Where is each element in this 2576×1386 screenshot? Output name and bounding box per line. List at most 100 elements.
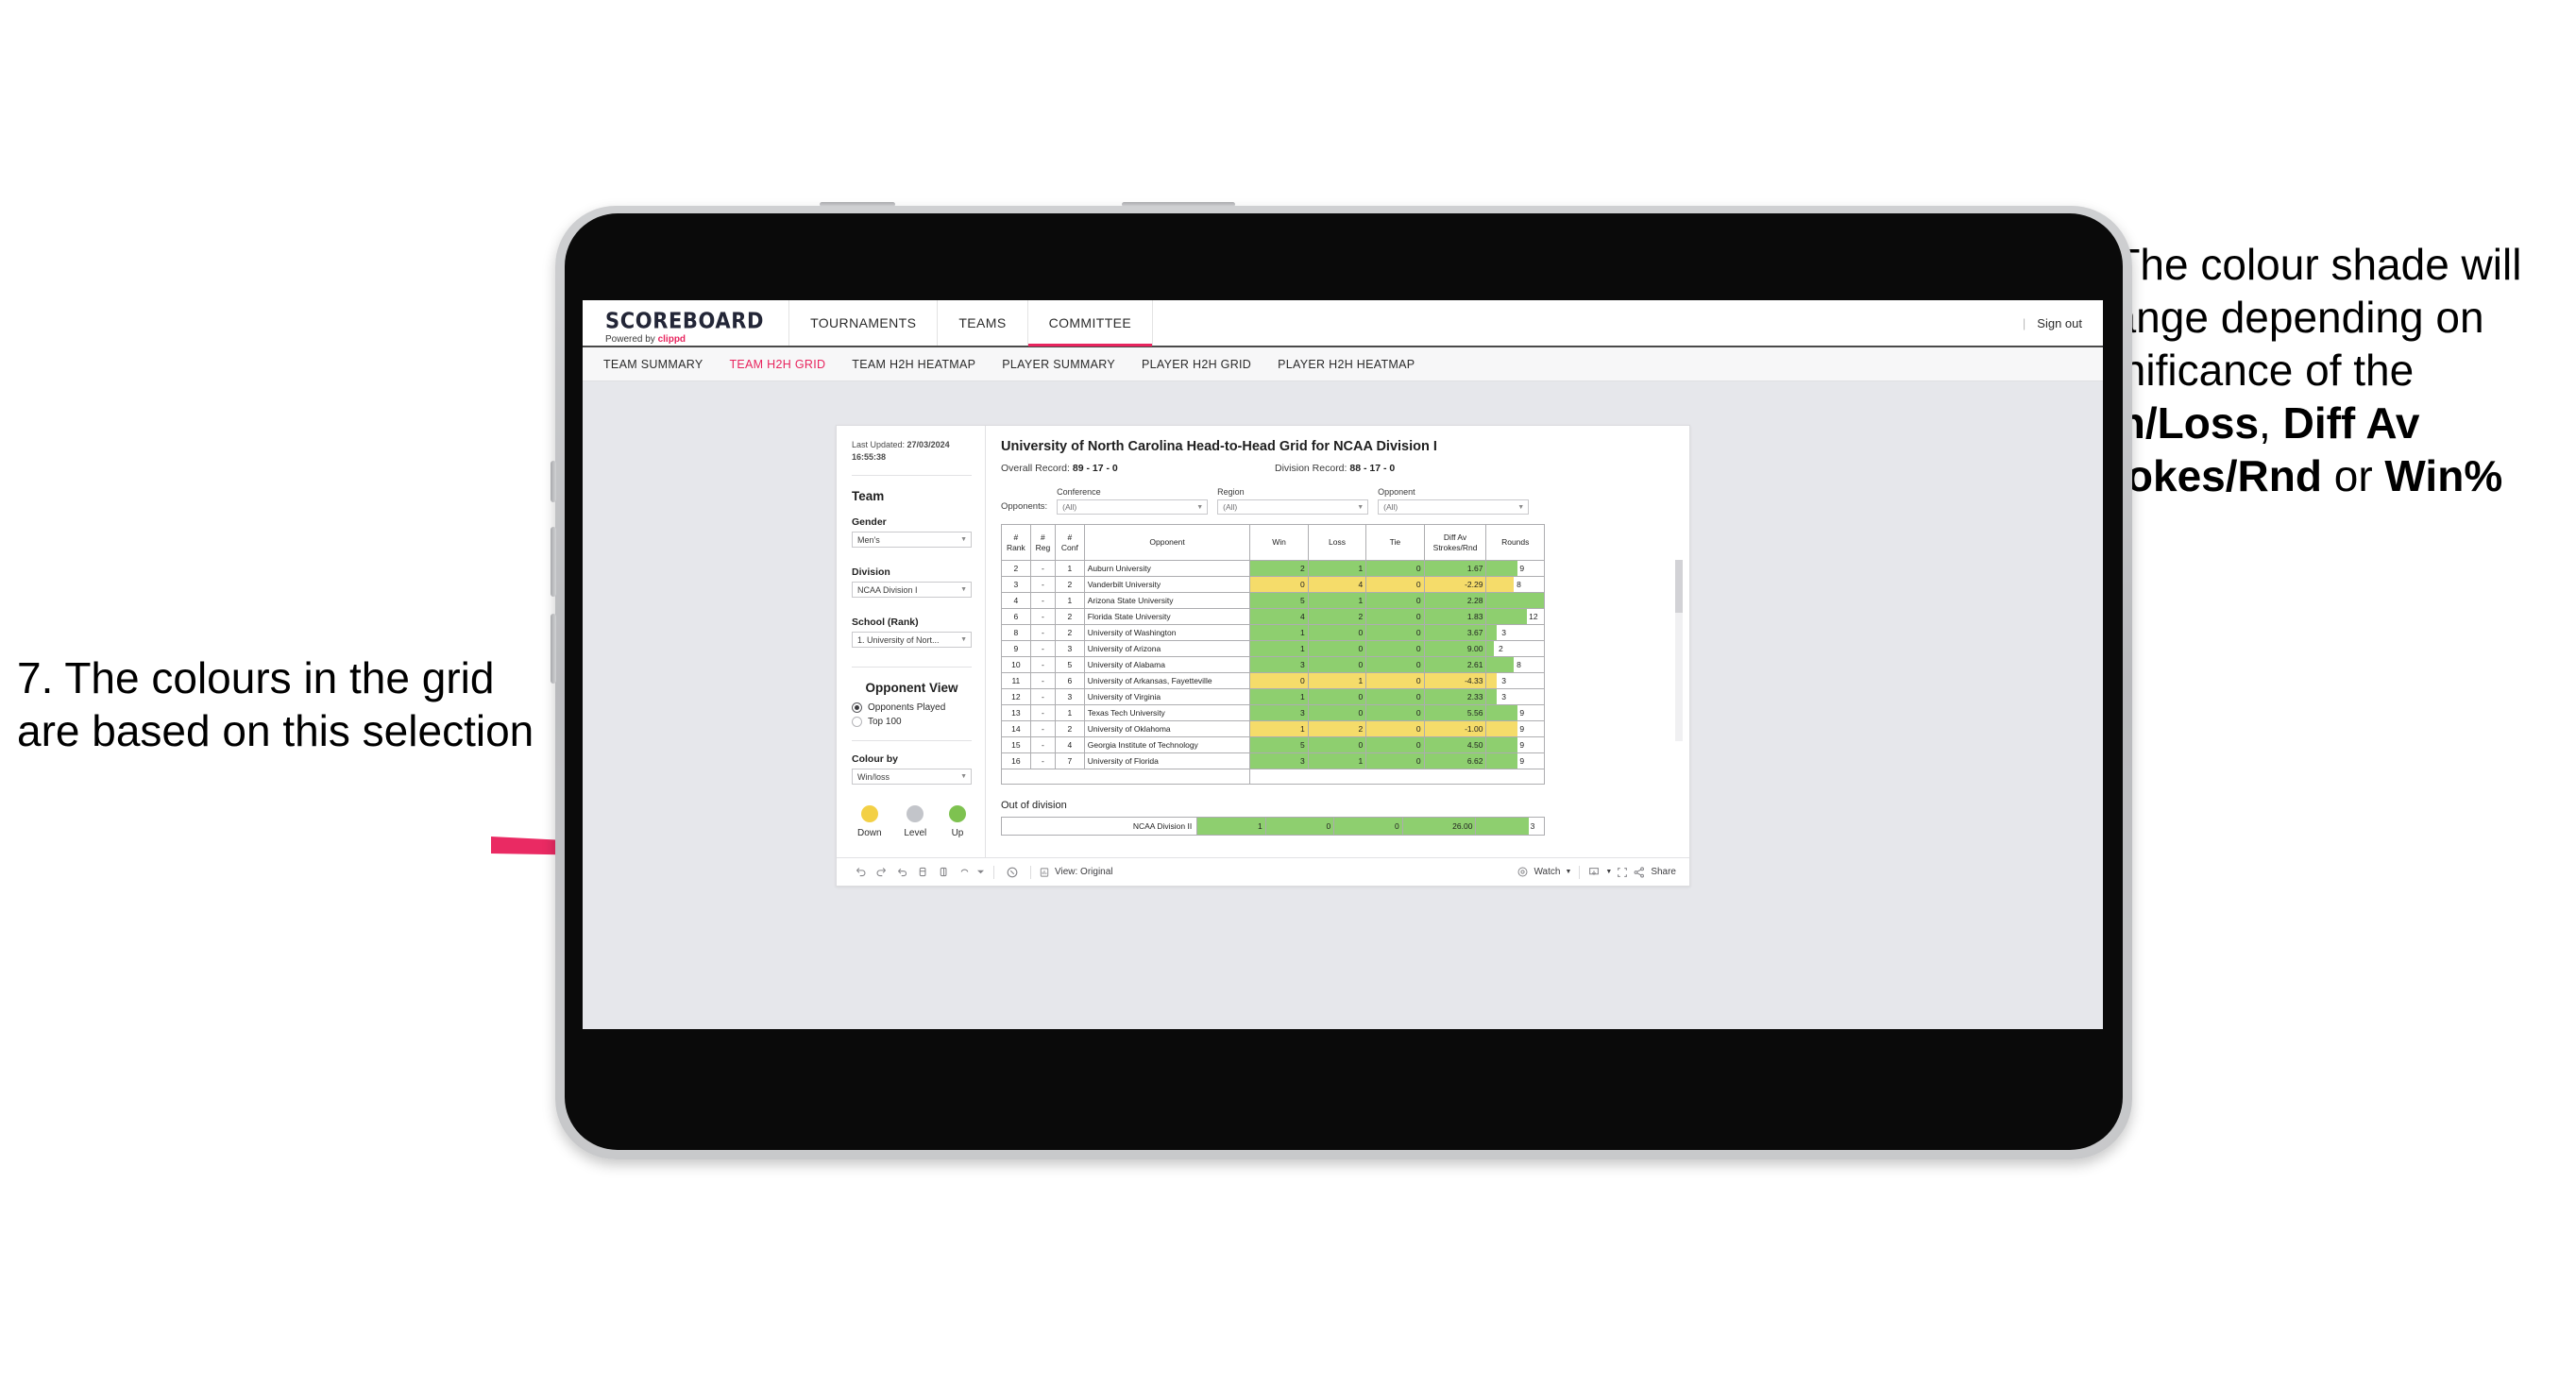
cell-win: 0 — [1249, 672, 1309, 689]
cell-win: 0 — [1249, 576, 1309, 593]
colour-legend: Down Level Up — [852, 790, 972, 838]
table-row[interactable]: 8-2 University of Washington 1 0 0 3.67 3 — [1001, 624, 1545, 641]
column-header-loss[interactable]: Loss — [1307, 524, 1367, 561]
cell-loss: 2 — [1307, 608, 1367, 625]
school-rank-select[interactable]: 1. University of Nort... ▼ — [852, 632, 972, 649]
sign-out-link[interactable]: Sign out — [2037, 316, 2082, 330]
column-header-opponent[interactable]: Opponent — [1083, 524, 1251, 561]
grid-vertical-scrollbar[interactable] — [1675, 560, 1683, 741]
radio-opponents-played[interactable]: Opponents Played — [852, 702, 972, 714]
table-row[interactable]: 3-2 Vanderbilt University 0 4 0 -2.29 8 — [1001, 576, 1545, 593]
cell-diff: 5.56 — [1423, 704, 1487, 721]
table-row[interactable]: 16-7 University of Florida 3 1 0 6.62 9 — [1001, 752, 1545, 769]
column-header-conf[interactable]: # Conf — [1055, 524, 1085, 561]
view-original-button[interactable]: View: Original — [1039, 867, 1113, 878]
chevron-down-icon[interactable] — [974, 862, 986, 883]
radio-top-100[interactable]: Top 100 — [852, 717, 972, 728]
filter-conference-select[interactable]: (All) ▼ — [1057, 499, 1209, 515]
cell-tie: 0 — [1365, 704, 1425, 721]
division-label: Division — [852, 566, 890, 579]
brand-logo[interactable]: SCOREBOARD Powered by clippd — [583, 300, 790, 346]
pause-auto-update-icon[interactable] — [1002, 862, 1023, 883]
column-header-tie[interactable]: Tie — [1365, 524, 1425, 561]
column-header-rank[interactable]: # Rank — [1001, 524, 1031, 561]
subnav-item-team-h2h-heatmap[interactable]: TEAM H2H HEATMAP — [852, 358, 975, 371]
subnav-item-player-h2h-grid[interactable]: PLAYER H2H GRID — [1142, 358, 1251, 371]
subnav-item-team-summary[interactable]: TEAM SUMMARY — [603, 358, 703, 371]
grid-scrollbar-thumb[interactable] — [1675, 560, 1683, 613]
rounds-bar — [1476, 818, 1530, 835]
topnav-item-tournaments[interactable]: TOURNAMENTS — [789, 300, 939, 346]
table-row[interactable]: 10-5 University of Alabama 3 0 0 2.61 8 — [1001, 656, 1545, 673]
column-header-reg[interactable]: # Reg — [1029, 524, 1057, 561]
device-button-volume-down[interactable] — [551, 614, 556, 684]
chevron-down-icon: ▼ — [1517, 503, 1525, 511]
pause-updates-icon[interactable] — [933, 862, 954, 883]
cell-opponent: Texas Tech University — [1083, 704, 1251, 721]
fullscreen-icon[interactable] — [1612, 862, 1633, 883]
device-button-power[interactable] — [551, 461, 556, 502]
filter-region-select[interactable]: (All) ▼ — [1217, 499, 1369, 515]
gender-select[interactable]: Men's ▼ — [852, 532, 972, 549]
table-row[interactable]: 11-6 University of Arkansas, Fayetteville… — [1001, 672, 1545, 689]
cell-tie: 0 — [1365, 720, 1425, 737]
share-button[interactable]: Share — [1633, 866, 1676, 879]
table-row[interactable]: 15-4 Georgia Institute of Technology 5 0 0 4.… — [1001, 736, 1545, 753]
table-row[interactable]: 9-3 University of Arizona 1 0 0 9.00 2 — [1001, 640, 1545, 657]
topnav-item-teams[interactable]: TEAMS — [938, 300, 1028, 346]
table-row[interactable]: 6-2 Florida State University 4 2 0 1.83 12 — [1001, 608, 1545, 625]
watch-button[interactable]: Watch ▼ — [1517, 866, 1571, 878]
toolbar-separator-2 — [1030, 865, 1031, 879]
table-row[interactable]: 4-1Arizona State University5102.2817 — [1001, 592, 1545, 609]
table-row[interactable]: 12-3 University of Virginia 1 0 0 2.33 3 — [1001, 688, 1545, 705]
refresh-icon[interactable] — [912, 862, 933, 883]
cell-tie: 0 — [1365, 688, 1425, 705]
filter-opponent-select[interactable]: (All) ▼ — [1378, 499, 1530, 515]
cell-reg: - — [1029, 624, 1057, 641]
opponent-filters: Opponents: Conference (All) ▼ Region (Al… — [1001, 487, 1674, 515]
table-row[interactable]: 2-1 Auburn University 2 1 0 1.67 9 — [1001, 560, 1545, 577]
column-header-rounds[interactable]: Rounds — [1485, 524, 1545, 561]
h2h-grid-head: # Rank # Reg # Conf Opponent Win Loss Tie Diff Av S… — [1001, 524, 1545, 561]
cell-loss: 0 — [1307, 736, 1367, 753]
device-button-volume-up[interactable] — [551, 527, 556, 597]
topnav-item-committee[interactable]: COMMITTEE — [1027, 300, 1154, 346]
chevron-down-icon: ▼ — [960, 636, 967, 644]
redo-icon[interactable] — [871, 862, 891, 883]
rounds-bar — [1486, 737, 1517, 752]
column-header-diff[interactable]: Diff Av Strokes/Rnd — [1423, 524, 1487, 561]
table-row[interactable]: 14-2 University of Oklahoma 1 2 0 -1.00 9 — [1001, 720, 1545, 737]
division-select[interactable]: NCAA Division I ▼ — [852, 582, 972, 599]
cell-conf: 4 — [1055, 736, 1085, 753]
chevron-down-icon: ▼ — [960, 586, 967, 594]
division-record-value: 88 - 17 - 0 — [1349, 463, 1396, 474]
sidebar-section-team-title: Team — [852, 489, 885, 504]
tablet-device: SCOREBOARD Powered by clippd TOURNAMENTS… — [551, 202, 2132, 1159]
cell-opponent: Georgia Institute of Technology — [1083, 736, 1251, 753]
cell-tie: 0 — [1365, 560, 1425, 577]
download-button[interactable]: ▼ — [1587, 866, 1612, 879]
overall-record: Overall Record: 89 - 17 - 0 — [1001, 463, 1275, 474]
cell-reg: - — [1029, 608, 1057, 625]
filter-opponent-value: (All) — [1383, 502, 1398, 512]
subnav-item-team-h2h-grid[interactable]: TEAM H2H GRID — [729, 358, 825, 371]
records-row: Overall Record: 89 - 17 - 0 Division Rec… — [1001, 463, 1674, 474]
column-header-win[interactable]: Win — [1249, 524, 1309, 561]
undo-icon[interactable] — [850, 862, 871, 883]
cell-conf: 1 — [1055, 592, 1085, 609]
table-row[interactable]: 13-1 Texas Tech University 3 0 0 5.56 9 — [1001, 704, 1545, 721]
colour-by-select[interactable]: Win/loss ▼ — [852, 769, 972, 786]
undo-all-icon[interactable] — [954, 862, 974, 883]
subnav-item-player-h2h-heatmap[interactable]: PLAYER H2H HEATMAP — [1278, 358, 1415, 371]
subnav-item-player-summary[interactable]: PLAYER SUMMARY — [1002, 358, 1115, 371]
cell-diff: 9.00 — [1423, 640, 1487, 657]
cell-opponent: Arizona State University — [1083, 592, 1251, 609]
sub-navigation-bar: TEAM SUMMARY TEAM H2H GRID TEAM H2H HEAT… — [583, 347, 2103, 381]
revert-icon[interactable] — [891, 862, 912, 883]
annotation-right-mid2: or — [2321, 451, 2385, 501]
rounds-bar — [1486, 577, 1514, 592]
browser-viewport: SCOREBOARD Powered by clippd TOURNAMENTS… — [583, 300, 2103, 1029]
out-of-division-row[interactable]: NCAA Division II 1 0 0 26.00 3 — [1000, 817, 1545, 836]
rounds-bar — [1486, 721, 1517, 736]
annotation-right: 8. The colour shade will change dependin… — [2066, 238, 2576, 503]
